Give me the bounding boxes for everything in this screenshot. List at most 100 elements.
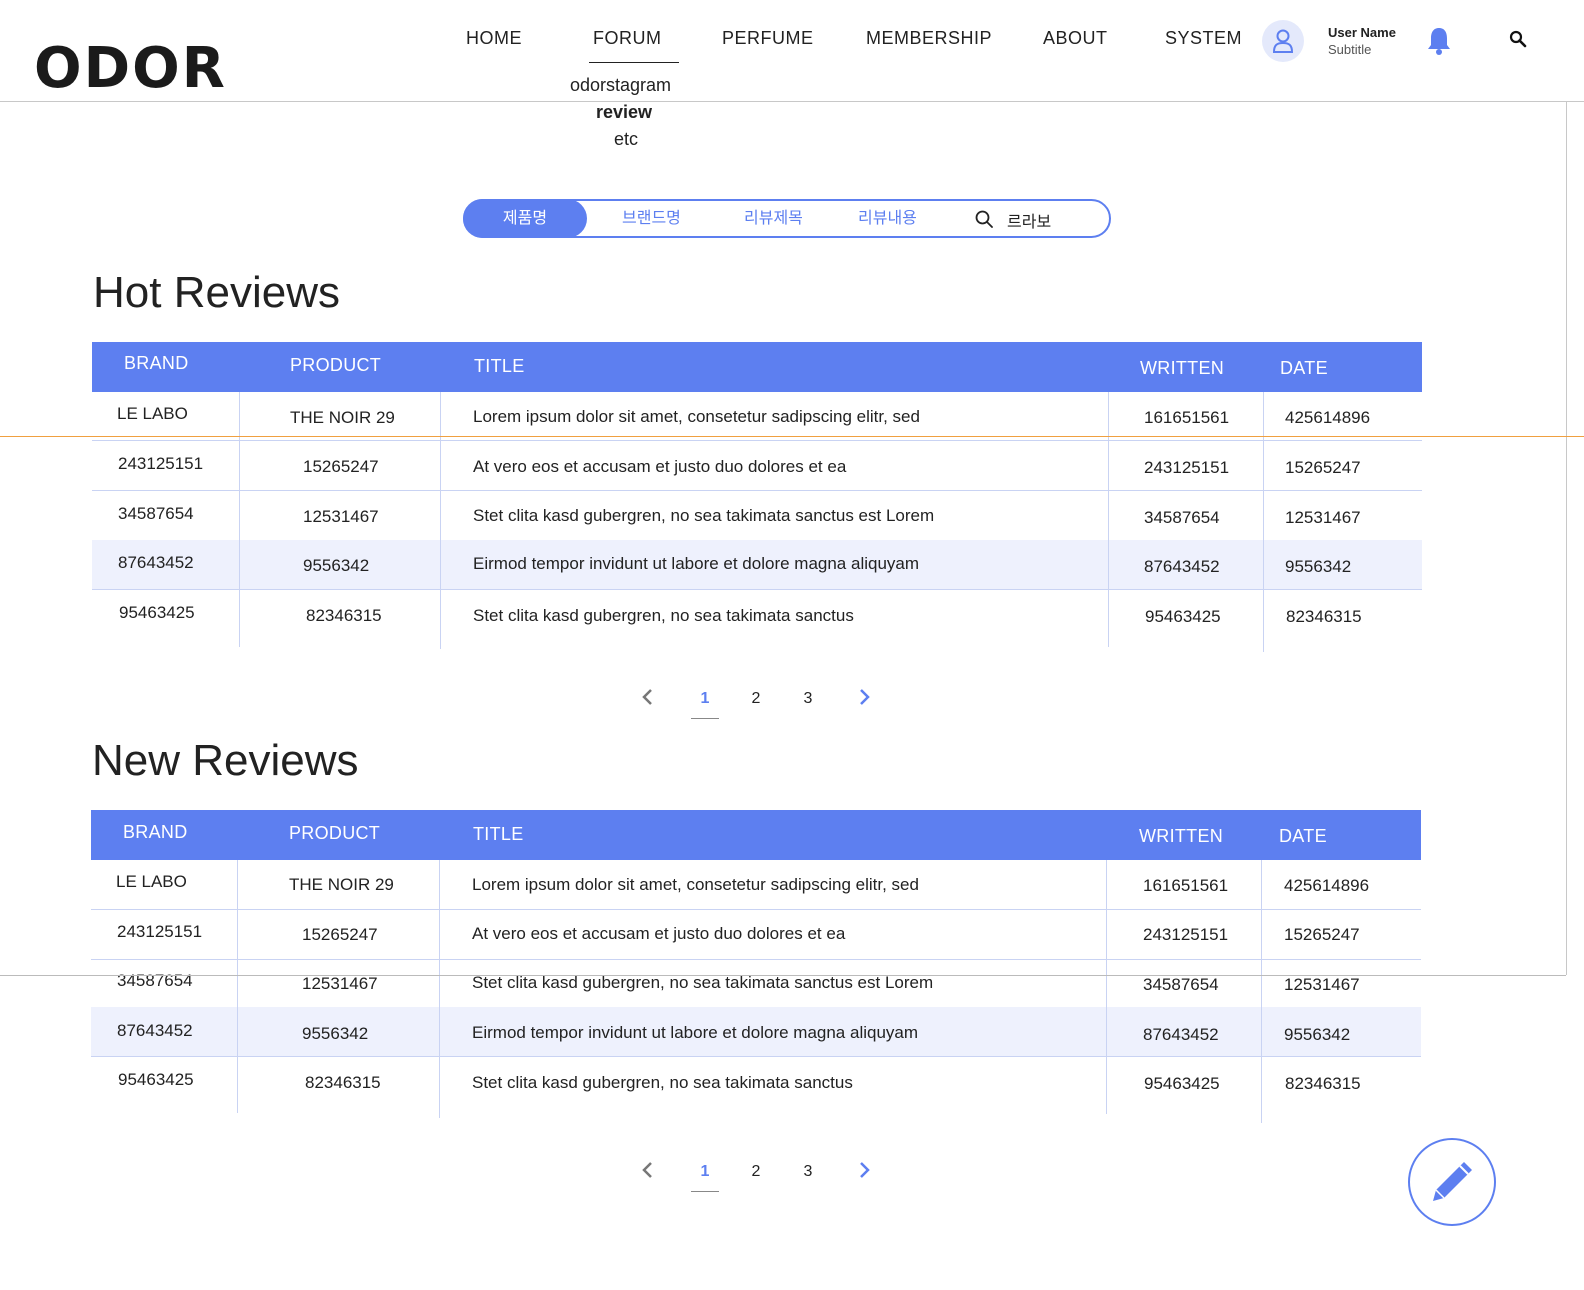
cell-brand: 243125151 — [118, 454, 204, 473]
column-divider — [1106, 860, 1107, 1114]
cell-date: 425614896 — [1285, 408, 1371, 427]
col-date[interactable]: DATE — [1280, 358, 1328, 379]
nav-membership[interactable]: MEMBERSHIP — [866, 28, 992, 49]
cell-brand: 34587654 — [117, 971, 193, 990]
table-row[interactable]: 243125151 15265247 At vero eos et accusa… — [91, 910, 1421, 960]
avatar[interactable] — [1262, 20, 1304, 62]
table-row[interactable]: 87643452 9556342 Eirmod tempor invidunt … — [91, 1007, 1421, 1057]
nav-forum[interactable]: FORUM — [593, 28, 662, 49]
cell-brand: LE LABO — [117, 404, 188, 423]
cell-title[interactable]: At vero eos et accusam et justo duo dolo… — [472, 924, 845, 944]
cell-product: THE NOIR 29 — [289, 875, 394, 894]
table-row[interactable]: 95463425 82346315 Stet clita kasd guberg… — [92, 590, 1422, 640]
user-subtitle: Subtitle — [1328, 42, 1372, 57]
cell-written: 161651561 — [1144, 408, 1230, 427]
col-date[interactable]: DATE — [1279, 826, 1327, 847]
new-reviews-title: New Reviews — [92, 736, 359, 785]
col-product[interactable]: PRODUCT — [289, 823, 380, 844]
table-row[interactable]: 95463425 82346315 Stet clita kasd guberg… — [91, 1057, 1421, 1107]
page-2[interactable]: 2 — [746, 690, 766, 708]
table-row[interactable]: 243125151 15265247 At vero eos et accusa… — [92, 441, 1422, 491]
cell-title[interactable]: Stet clita kasd gubergren, no sea takima… — [473, 506, 934, 526]
search-icon[interactable] — [1509, 30, 1527, 48]
page-3[interactable]: 3 — [798, 1163, 818, 1181]
cell-date: 9556342 — [1284, 1025, 1351, 1044]
cell-title[interactable]: Lorem ipsum dolor sit amet, consetetur s… — [472, 875, 919, 895]
cell-brand: LE LABO — [116, 872, 187, 891]
table-header: BRAND PRODUCT TITLE WRITTEN DATE — [92, 342, 1422, 392]
cell-product: 82346315 — [306, 606, 382, 625]
col-product[interactable]: PRODUCT — [290, 355, 381, 376]
search-tab-brand[interactable]: 브랜드명 — [622, 201, 681, 236]
col-title[interactable]: TITLE — [474, 356, 525, 377]
cell-title[interactable]: At vero eos et accusam et justo duo dolo… — [473, 457, 846, 477]
page-active-indicator — [691, 1191, 719, 1192]
cell-title[interactable]: Eirmod tempor invidunt ut labore et dolo… — [472, 1023, 918, 1043]
nav-home[interactable]: HOME — [466, 28, 522, 49]
col-written[interactable]: WRITTEN — [1140, 358, 1224, 379]
column-divider — [1261, 860, 1262, 1123]
nav-about[interactable]: ABOUT — [1043, 28, 1108, 49]
cell-product: 9556342 — [303, 556, 370, 575]
cell-date: 12531467 — [1284, 975, 1360, 994]
cell-title[interactable]: Lorem ipsum dolor sit amet, consetetur s… — [473, 407, 920, 427]
page-1[interactable]: 1 — [695, 1163, 715, 1181]
cell-title[interactable]: Stet clita kasd gubergren, no sea takima… — [472, 1073, 853, 1093]
cell-written: 34587654 — [1144, 508, 1220, 527]
table-row[interactable]: LE LABO THE NOIR 29 Lorem ipsum dolor si… — [92, 391, 1422, 441]
submenu-review[interactable]: review — [596, 102, 652, 123]
nav-active-indicator — [589, 62, 679, 63]
cell-product: 82346315 — [305, 1073, 381, 1092]
cell-written: 34587654 — [1143, 975, 1219, 994]
logo[interactable]: ODOR — [34, 36, 227, 101]
cell-brand: 87643452 — [117, 1021, 193, 1040]
user-icon — [1272, 29, 1294, 53]
cell-title[interactable]: Eirmod tempor invidunt ut labore et dolo… — [473, 554, 919, 574]
table-row[interactable]: 34587654 12531467 Stet clita kasd guberg… — [91, 958, 1421, 1008]
table-row[interactable]: LE LABO THE NOIR 29 Lorem ipsum dolor si… — [91, 860, 1421, 910]
search-tab-product[interactable]: 제품명 — [463, 199, 587, 238]
hot-reviews-table: BRAND PRODUCT TITLE WRITTEN DATE LE LABO… — [92, 342, 1422, 652]
table-row[interactable]: 34587654 12531467 Stet clita kasd guberg… — [92, 491, 1422, 541]
col-brand[interactable]: BRAND — [123, 822, 188, 843]
cell-written: 87643452 — [1143, 1025, 1219, 1044]
bell-icon[interactable] — [1426, 26, 1452, 56]
cell-title[interactable]: Stet clita kasd gubergren, no sea takima… — [472, 973, 933, 993]
page-3[interactable]: 3 — [798, 690, 818, 708]
search-tab-review-content[interactable]: 리뷰내용 — [858, 201, 917, 236]
cell-written: 95463425 — [1144, 1074, 1220, 1093]
column-divider — [237, 860, 238, 1113]
cell-written: 243125151 — [1144, 458, 1230, 477]
new-reviews-pagination: 1 2 3 — [640, 1155, 900, 1195]
col-title[interactable]: TITLE — [473, 824, 524, 845]
cell-date: 15265247 — [1285, 458, 1361, 477]
submenu-etc[interactable]: etc — [614, 129, 638, 150]
page-2[interactable]: 2 — [746, 1163, 766, 1181]
nav-system[interactable]: SYSTEM — [1165, 28, 1242, 49]
column-divider — [1108, 392, 1109, 647]
submenu-odorstagram[interactable]: odorstagram — [570, 75, 671, 96]
search-input[interactable] — [1005, 203, 1099, 236]
chevron-left-icon[interactable] — [640, 688, 654, 706]
hot-reviews-pagination: 1 2 3 — [640, 682, 900, 722]
table-row[interactable]: 87643452 9556342 Eirmod tempor invidunt … — [92, 540, 1422, 590]
cell-written: 95463425 — [1145, 607, 1221, 626]
search-tab-review-title[interactable]: 리뷰제목 — [744, 201, 803, 236]
table-header: BRAND PRODUCT TITLE WRITTEN DATE — [91, 810, 1421, 860]
col-brand[interactable]: BRAND — [124, 353, 189, 374]
column-divider — [440, 392, 441, 649]
chevron-left-icon[interactable] — [640, 1161, 654, 1179]
col-written[interactable]: WRITTEN — [1139, 826, 1223, 847]
page-1[interactable]: 1 — [695, 690, 715, 708]
cell-date: 9556342 — [1285, 557, 1352, 576]
write-review-button[interactable] — [1408, 1138, 1496, 1226]
cell-title[interactable]: Stet clita kasd gubergren, no sea takima… — [473, 606, 854, 626]
user-name: User Name — [1328, 25, 1396, 40]
nav-perfume[interactable]: PERFUME — [722, 28, 814, 49]
guide-line — [0, 975, 1566, 976]
hot-reviews-title: Hot Reviews — [93, 268, 340, 317]
chevron-right-icon[interactable] — [858, 1161, 872, 1179]
cell-brand: 95463425 — [118, 1070, 194, 1089]
chevron-right-icon[interactable] — [858, 688, 872, 706]
search-icon[interactable] — [975, 210, 993, 228]
